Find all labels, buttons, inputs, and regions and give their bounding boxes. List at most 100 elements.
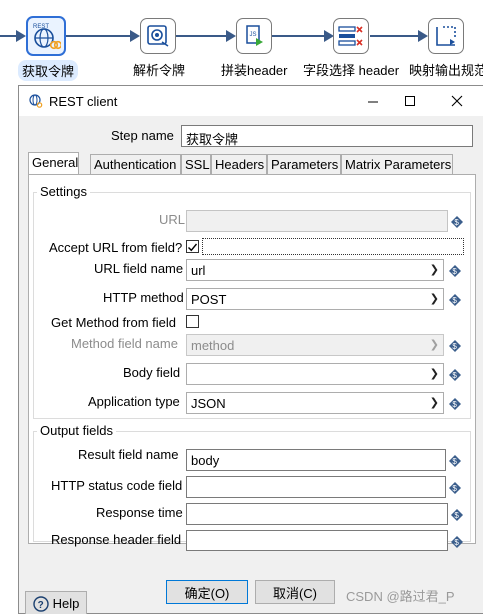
response-time-label: Response time (96, 505, 183, 520)
method-field-name-label: Method field name (71, 336, 178, 351)
hop-arrow (16, 30, 26, 42)
url-input[interactable] (186, 210, 448, 232)
step-node-json-input[interactable] (140, 18, 176, 54)
get-method-checkbox[interactable] (186, 315, 199, 328)
chevron-down-icon: ❯ (429, 397, 439, 409)
maximize-icon (405, 96, 415, 106)
variable-icon[interactable]: $ (448, 481, 462, 495)
variable-icon[interactable]: $ (450, 508, 464, 522)
step-label: 拼装header (221, 63, 288, 78)
accept-url-checkbox[interactable] (186, 240, 199, 253)
json-input-icon (147, 25, 169, 47)
svg-text:$: $ (452, 267, 457, 276)
rest-client-icon: REST (33, 24, 61, 50)
minimize-button[interactable] (364, 93, 382, 109)
hop-line (272, 35, 332, 37)
http-status-field-label: HTTP status code field (51, 478, 183, 493)
cancel-button[interactable]: 取消(C) (255, 580, 335, 604)
response-header-input[interactable] (186, 530, 448, 551)
settings-group-title: Settings (37, 184, 90, 199)
result-field-label: Result field name (78, 447, 179, 462)
step-node-select-values[interactable] (333, 18, 369, 54)
help-label: Help (52, 596, 80, 611)
checkmark-icon (188, 243, 198, 252)
step-label: 映射输出规范 (409, 63, 483, 78)
step-node-rest-client[interactable]: REST (26, 16, 66, 56)
tab-headers[interactable]: Headers (211, 154, 267, 174)
chevron-down-icon: ❯ (429, 368, 439, 380)
dialog-title: REST client (49, 94, 118, 109)
general-tab-panel: Settings URL Accept URL from field? URL … (28, 174, 476, 551)
help-icon: ? (32, 595, 49, 612)
variable-icon[interactable]: $ (450, 535, 464, 549)
step-label: 解析令牌 (133, 63, 186, 78)
svg-text:$: $ (452, 457, 457, 466)
dialog-titlebar[interactable]: REST client (19, 86, 483, 116)
tab-matrix-parameters[interactable]: Matrix Parameters (341, 154, 453, 174)
hop-arrow (226, 30, 236, 42)
svg-text:JS: JS (250, 32, 257, 38)
select-values-icon (338, 26, 363, 46)
pipeline-canvas: REST 获取令牌 解析令牌 JS 拼装header 字段选择 header 映… (0, 0, 483, 84)
rest-client-small-icon (29, 94, 43, 108)
variable-icon[interactable]: $ (448, 454, 462, 468)
svg-text:$: $ (454, 511, 459, 520)
svg-text:?: ? (37, 600, 43, 611)
svg-text:$: $ (452, 484, 457, 493)
http-method-value: POST (191, 292, 227, 307)
svg-text:$: $ (452, 400, 457, 409)
method-field-name-combo[interactable]: method ❯ (186, 334, 444, 356)
body-field-combo[interactable]: ❯ (186, 363, 444, 385)
step-label: 字段选择 header (303, 63, 400, 78)
url-field-name-label: URL field name (94, 261, 184, 276)
output-fields-group-title: Output fields (37, 423, 116, 438)
variable-icon[interactable]: $ (448, 264, 462, 278)
http-method-label: HTTP method (103, 290, 184, 305)
http-method-combo[interactable]: POST ❯ (186, 288, 444, 310)
step-node-mapping-output[interactable] (428, 18, 464, 54)
tab-authentication[interactable]: Authentication (90, 154, 181, 174)
variable-icon[interactable]: $ (448, 339, 462, 353)
minimize-icon (368, 101, 378, 103)
application-type-label: Application type (88, 394, 180, 409)
svg-text:$: $ (452, 371, 457, 380)
svg-text:$: $ (452, 296, 457, 305)
step-node-javascript[interactable]: JS (236, 18, 272, 54)
help-button[interactable]: ? Help (25, 591, 87, 614)
step-name-label: Step name (111, 128, 174, 143)
application-type-value: JSON (191, 396, 226, 411)
ok-button[interactable]: 确定(O) (166, 580, 248, 604)
http-status-field-input[interactable] (186, 476, 446, 498)
variable-icon[interactable]: $ (448, 293, 462, 307)
result-field-input[interactable]: body (186, 449, 446, 471)
tab-parameters[interactable]: Parameters (267, 154, 341, 174)
variable-icon[interactable]: $ (448, 397, 462, 411)
focus-rectangle (202, 238, 464, 255)
close-button[interactable] (448, 93, 466, 109)
tab-ssl[interactable]: SSL (181, 154, 211, 174)
chevron-down-icon: ❯ (429, 293, 439, 305)
chevron-down-icon: ❯ (429, 339, 439, 351)
accept-url-label: Accept URL from field? (49, 240, 183, 255)
response-time-input[interactable] (186, 503, 448, 525)
output-mapping-icon (436, 26, 456, 46)
maximize-button[interactable] (401, 93, 419, 109)
variable-icon[interactable]: $ (448, 368, 462, 382)
variable-icon[interactable]: $ (450, 215, 464, 229)
step-label: 获取令牌 (18, 60, 79, 81)
application-type-combo[interactable]: JSON ❯ (186, 392, 444, 414)
rest-client-dialog: REST client Step name 获取令牌 General Authe… (18, 85, 483, 614)
svg-text:$: $ (454, 218, 459, 227)
watermark: CSDN @路过君_P (346, 589, 455, 604)
close-icon (451, 95, 463, 107)
javascript-icon: JS (246, 25, 263, 46)
body-field-label: Body field (123, 365, 181, 380)
get-method-label: Get Method from field (51, 315, 176, 330)
svg-text:$: $ (452, 342, 457, 351)
method-field-name-value: method (191, 338, 235, 353)
url-label: URL (159, 212, 186, 227)
step-name-input[interactable]: 获取令牌 (181, 125, 473, 147)
url-field-name-combo[interactable]: url ❯ (186, 259, 444, 281)
tab-general[interactable]: General (28, 152, 79, 175)
svg-text:$: $ (454, 538, 459, 547)
